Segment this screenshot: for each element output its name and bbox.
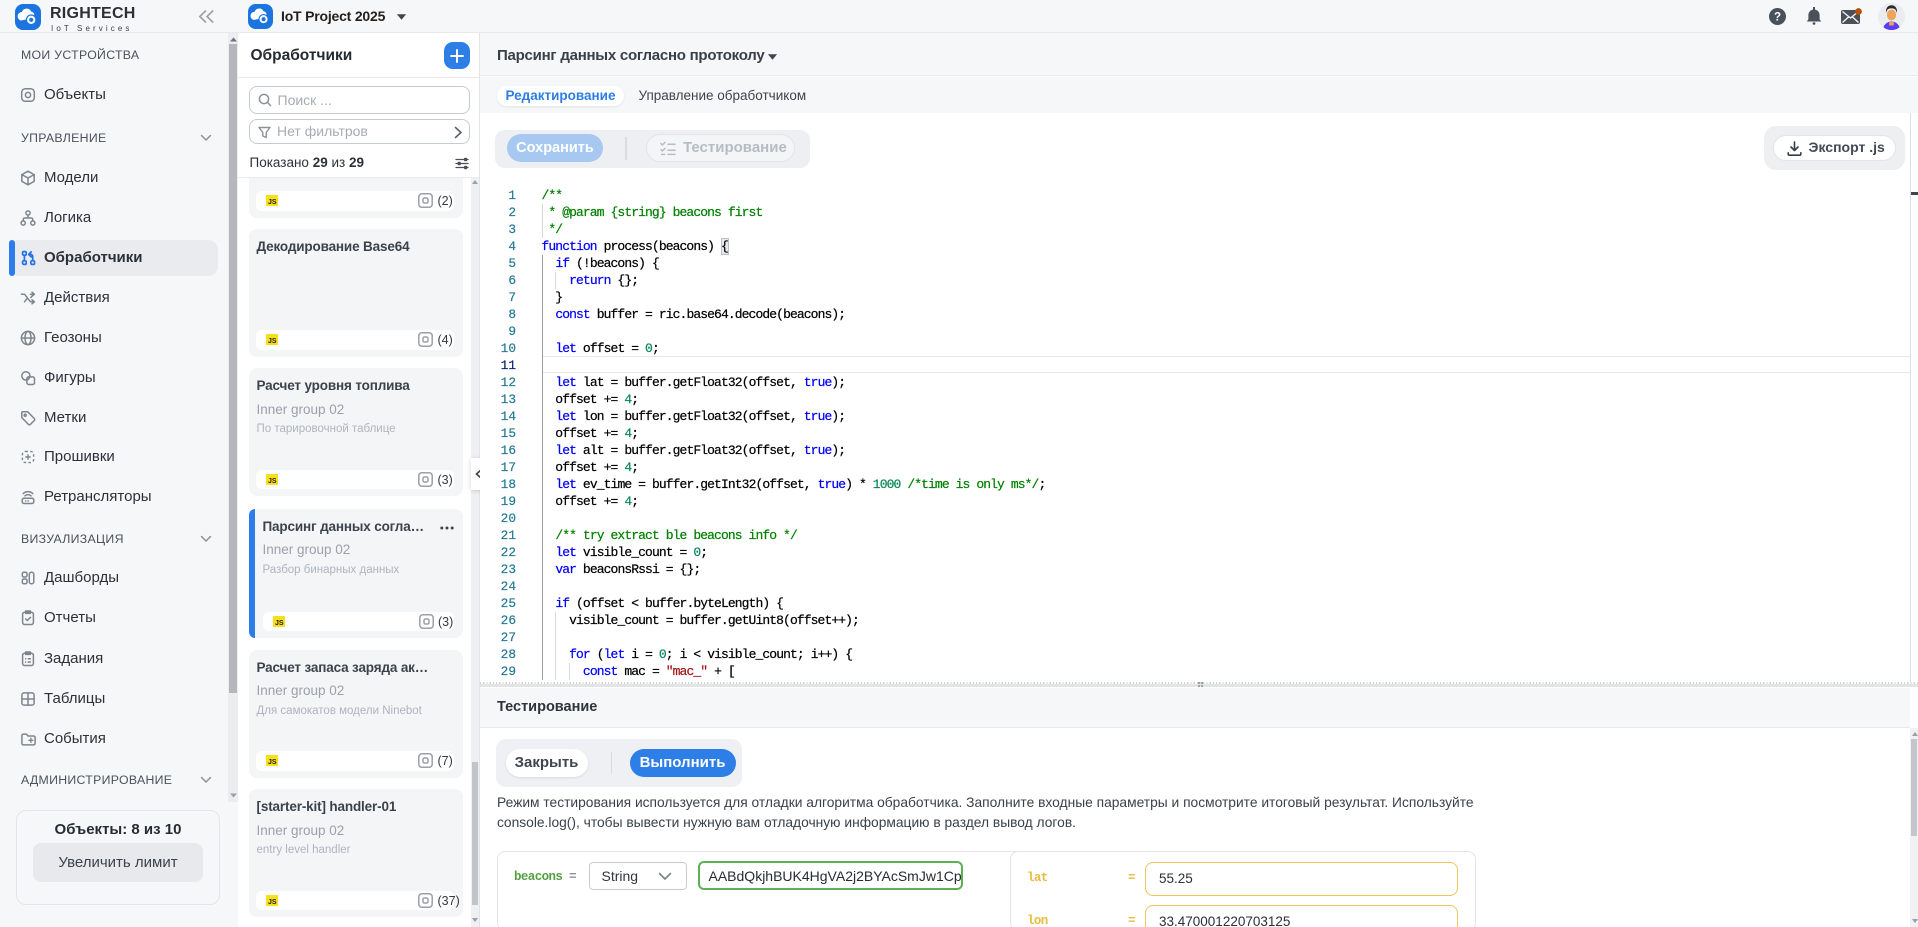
svg-text:?: ?: [1774, 12, 1781, 24]
